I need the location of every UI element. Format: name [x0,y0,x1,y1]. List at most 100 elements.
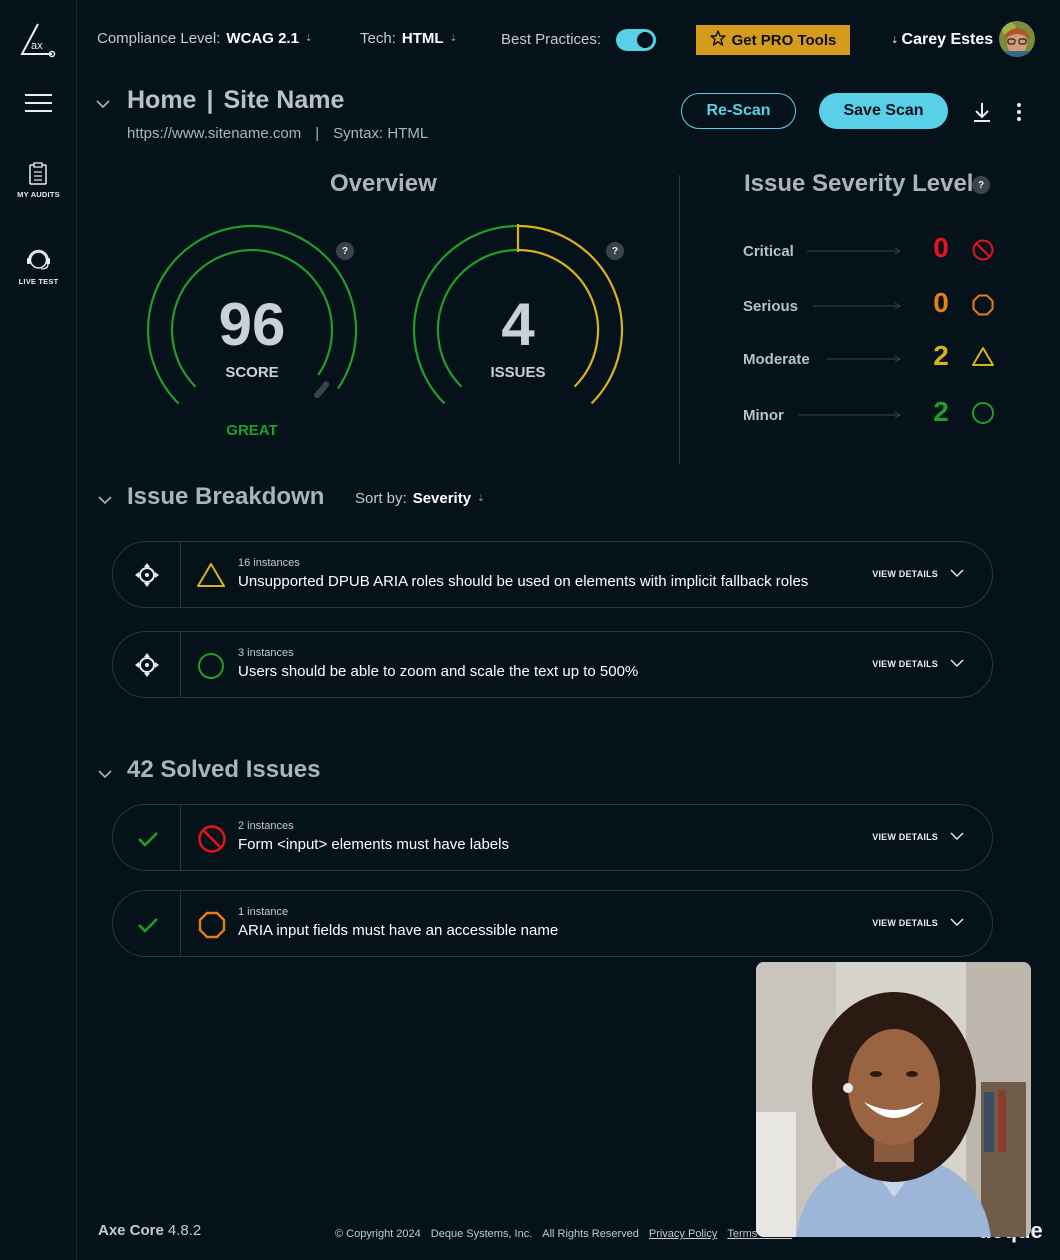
sort-arrow-icon: ⇣ [891,34,899,45]
compliance-selector[interactable]: Compliance Level: WCAG 2.1 ⇣ [97,30,312,47]
best-practices-text: Best Practices: [501,31,602,48]
issue-title: Users should be able to zoom and scale t… [238,663,639,680]
chevron-down-icon[interactable] [950,918,964,927]
view-details-link[interactable]: VIEW DETAILS [872,918,938,928]
checkmark-icon [138,832,158,847]
company: Deque Systems, Inc. [430,1228,533,1240]
chevron-down-icon[interactable] [950,659,964,668]
participant-video-image [756,962,1031,1237]
footer-version: Axe Core 4.8.2 [98,1222,201,1239]
severity-row-critical: Critical 0 [743,230,1003,270]
score-value: 96 [218,291,286,358]
issue-instances: 3 instances [238,647,294,659]
issues-help-icon[interactable]: ? [606,242,624,260]
best-practices-label: Best Practices: [501,31,601,49]
save-scan-button[interactable]: Save Scan [819,93,948,129]
overview-divider [679,175,680,464]
breakdown-chevron-icon[interactable] [98,492,112,510]
video-call-overlay[interactable] [756,962,1031,1237]
view-details-link[interactable]: VIEW DETAILS [872,659,938,669]
arrow-icon [807,247,901,255]
arrow-icon [813,302,901,310]
crosshair-icon[interactable] [135,653,159,677]
score-rating: GREAT [226,422,278,439]
solved-card[interactable]: 1 instance ARIA input fields must have a… [112,890,993,957]
severity-count: 2 [933,396,949,427]
issue-instances: 2 instances [238,820,294,832]
score-label: SCORE [225,364,279,381]
severity-row-serious: Serious 0 [743,286,1003,326]
title-site: Site Name [223,86,345,114]
chevron-down-icon[interactable] [950,569,964,578]
user-avatar[interactable] [999,21,1035,57]
syntax-label: Syntax: HTML [333,125,429,142]
issues-label: ISSUES [490,364,546,381]
severity-label: Minor [743,407,784,424]
issue-title: Unsupported DPUB ARIA roles should be us… [238,573,809,590]
privacy-policy-link[interactable]: Privacy Policy [649,1228,717,1240]
checkmark-icon [138,918,158,933]
get-pro-tools-button[interactable]: Get PRO Tools [696,25,850,55]
compliance-value: WCAG 2.1 [226,30,299,47]
solved-title: 42 Solved Issues [127,756,321,783]
my-audits-label: MY AUDITS [17,190,60,199]
issue-card[interactable]: 3 instances Users should be able to zoom… [112,631,993,698]
severity-count: 2 [933,340,949,371]
my-audits-nav[interactable]: MY AUDITS [0,160,77,202]
chevron-down-icon[interactable] [950,832,964,841]
severity-row-moderate: Moderate 2 [743,339,1003,379]
severity-list: Critical 0 Serious 0 Moderate 2 Minor 2 [743,230,1003,440]
severity-label: Moderate [743,351,810,368]
star-icon [709,30,726,50]
moderate-triangle-icon [197,563,225,587]
live-test-label: LIVE TEST [18,277,59,286]
moderate-triangle-icon [972,347,994,366]
sidebar: ax MY AUDITS LIVE TEST [0,0,77,1260]
sort-arrow-icon: ⇣ [449,33,458,43]
arrow-icon [827,355,901,363]
sub-separator: | [315,125,320,142]
download-icon[interactable] [972,101,992,128]
live-test-nav[interactable]: LIVE TEST [0,246,77,288]
issue-title: ARIA input fields must have an accessibl… [238,922,559,939]
page-subline: https://www.sitename.com | Syntax: HTML [127,125,428,142]
view-details-link[interactable]: VIEW DETAILS [872,832,938,842]
issue-instances: 1 instance [238,906,289,918]
compliance-label: Compliance Level: [97,30,221,47]
axe-logo[interactable]: ax [19,22,57,58]
card-divider [180,632,181,697]
critical-circle-slash-icon [972,239,994,261]
headset-icon [26,247,51,278]
critical-circle-slash-icon [198,825,226,853]
view-details-link[interactable]: VIEW DETAILS [872,569,938,579]
serious-octagon-icon [972,294,994,316]
user-menu[interactable]: ⇣ Carey Estes [891,31,993,49]
severity-label: Critical [743,243,794,260]
rescan-button[interactable]: Re-Scan [681,93,796,129]
score-help-icon[interactable]: ? [336,242,354,260]
svg-text:ax: ax [31,40,43,52]
solved-chevron-icon[interactable] [98,766,112,784]
issue-title: Form <input> elements must have labels [238,836,509,853]
issue-instances: 16 instances [238,557,300,569]
solved-card[interactable]: 2 instances Form <input> elements must h… [112,804,993,871]
severity-row-minor: Minor 2 [743,394,1003,434]
issue-card[interactable]: 16 instances Unsupported DPUB ARIA roles… [112,541,993,608]
more-options-icon[interactable] [1016,103,1022,126]
product-name: Axe Core [98,1222,164,1239]
tech-selector[interactable]: Tech: HTML ⇣ [360,30,457,47]
sort-selector[interactable]: Sort by: Severity ⇣ [355,490,485,507]
severity-title: Issue Severity Level [744,170,974,197]
breakdown-title: Issue Breakdown [127,483,325,510]
crosshair-icon[interactable] [135,563,159,587]
hamburger-menu-icon[interactable] [25,94,52,113]
severity-help-icon[interactable]: ? [972,176,990,194]
best-practices-toggle[interactable] [616,29,656,51]
title-home: Home [127,86,197,114]
toggle-knob [637,32,653,48]
severity-label: Serious [743,298,799,315]
sort-value: Severity [412,490,472,507]
title-separator: | [206,86,214,114]
collapse-chevron-icon[interactable] [96,96,110,114]
footer-legal: © Copyright 2024 Deque Systems, Inc. All… [335,1228,792,1240]
